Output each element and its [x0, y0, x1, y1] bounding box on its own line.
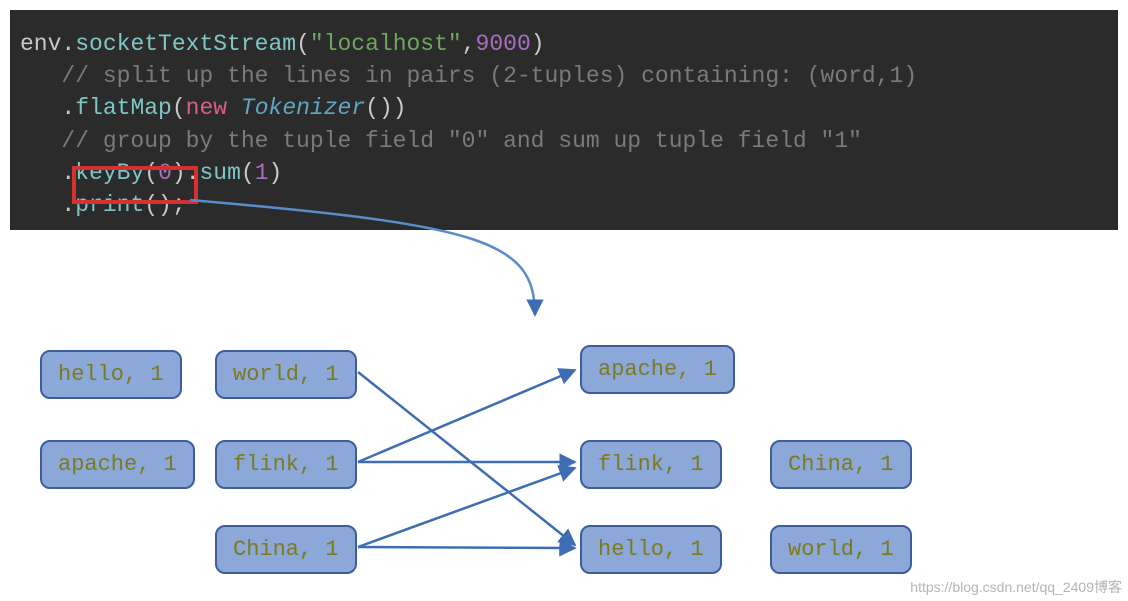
- code-block: env.socketTextStream("localhost",9000) /…: [10, 10, 1118, 230]
- code-token: (: [241, 160, 255, 186]
- code-token: ,: [462, 31, 476, 57]
- code-line-4: // group by the tuple field "0" and sum …: [20, 125, 1108, 157]
- code-token: flatMap: [75, 95, 172, 121]
- code-token: sum: [200, 160, 241, 186]
- code-token: [227, 95, 241, 121]
- tuple-china-left: China, 1: [215, 525, 357, 574]
- code-line-3: .flatMap(new Tokenizer()): [20, 92, 1108, 124]
- code-token: env: [20, 31, 61, 57]
- code-token: (: [172, 95, 186, 121]
- code-token: ();: [144, 192, 185, 218]
- code-token: (): [365, 95, 393, 121]
- code-token: "localhost": [310, 31, 462, 57]
- code-token: ): [172, 160, 186, 186]
- code-token: (: [144, 160, 158, 186]
- tuple-flink-left: flink, 1: [215, 440, 357, 489]
- code-line-5: .keyBy(0).sum(1): [20, 157, 1108, 189]
- tuple-flink-right: flink, 1: [580, 440, 722, 489]
- code-token: keyBy: [75, 160, 144, 186]
- tuple-apache-left: apache, 1: [40, 440, 195, 489]
- code-token: ): [531, 31, 545, 57]
- code-token: (: [296, 31, 310, 57]
- code-token: print: [75, 192, 144, 218]
- diagram-area: hello, 1 world, 1 apache, 1 flink, 1 Chi…: [0, 260, 1128, 601]
- code-token: 1: [255, 160, 269, 186]
- code-token: [20, 192, 61, 218]
- watermark: https://blog.csdn.net/qq_2409博客: [910, 577, 1122, 597]
- code-token: .: [61, 95, 75, 121]
- code-token: [20, 95, 61, 121]
- tuple-world-left: world, 1: [215, 350, 357, 399]
- code-token: ): [269, 160, 283, 186]
- tuple-china-right: China, 1: [770, 440, 912, 489]
- code-token: [20, 160, 61, 186]
- tuple-world-right: world, 1: [770, 525, 912, 574]
- code-token: .: [61, 160, 75, 186]
- code-token: .: [61, 192, 75, 218]
- code-token: new: [186, 95, 227, 121]
- code-line-6: .print();: [20, 189, 1108, 221]
- code-line-1: env.socketTextStream("localhost",9000): [20, 28, 1108, 60]
- tuple-hello-right: hello, 1: [580, 525, 722, 574]
- code-token: .: [61, 31, 75, 57]
- code-token: .: [186, 160, 200, 186]
- code-token: 9000: [476, 31, 531, 57]
- code-token: Tokenizer: [241, 95, 365, 121]
- code-line-2: // split up the lines in pairs (2-tuples…: [20, 60, 1108, 92]
- code-token: 0: [158, 160, 172, 186]
- code-token: ): [393, 95, 407, 121]
- code-token: socketTextStream: [75, 31, 296, 57]
- tuple-apache-right: apache, 1: [580, 345, 735, 394]
- tuple-hello-left: hello, 1: [40, 350, 182, 399]
